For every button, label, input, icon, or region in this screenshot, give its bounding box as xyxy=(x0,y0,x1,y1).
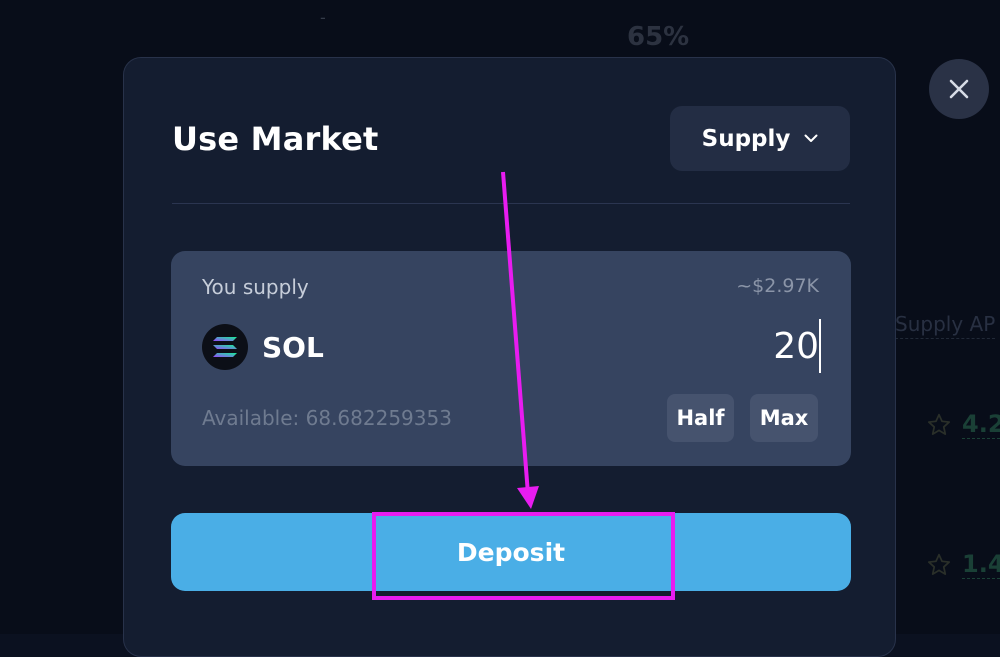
you-supply-label: You supply xyxy=(202,275,309,299)
close-icon xyxy=(949,79,969,99)
solana-logo-icon xyxy=(202,324,248,370)
mode-select-dropdown[interactable]: Supply xyxy=(670,106,850,171)
usd-estimate: ~$2.97K xyxy=(736,275,819,297)
mode-select-value: Supply xyxy=(701,125,791,152)
amount-input[interactable] xyxy=(517,319,821,373)
max-button[interactable]: Max xyxy=(750,394,818,442)
half-button[interactable]: Half xyxy=(667,394,734,442)
token-selector: SOL xyxy=(202,324,324,370)
header-divider xyxy=(172,203,850,204)
use-market-modal: Use Market Supply You supply ~$2.97K SOL… xyxy=(123,57,896,657)
token-symbol: SOL xyxy=(262,330,324,364)
supply-card: You supply ~$2.97K SOL Av xyxy=(171,251,851,466)
deposit-button[interactable]: Deposit xyxy=(171,513,851,591)
modal-title: Use Market xyxy=(172,120,379,158)
chevron-down-icon xyxy=(804,134,818,142)
available-balance: Available: 68.682259353 xyxy=(202,406,452,430)
deposit-button-label: Deposit xyxy=(456,537,566,567)
close-button[interactable] xyxy=(929,59,989,119)
